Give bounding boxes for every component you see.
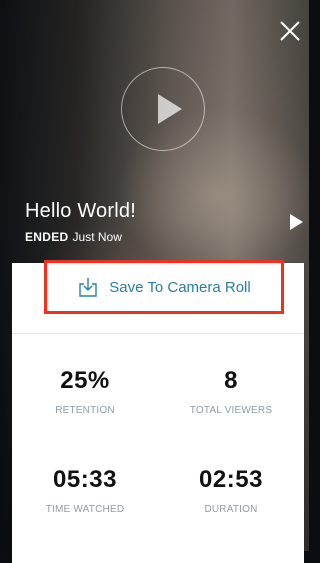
stat-value: 02:53	[199, 466, 263, 493]
play-button[interactable]	[121, 67, 205, 151]
play-next-icon[interactable]	[290, 214, 303, 230]
broadcast-title: Hello World!	[25, 200, 136, 222]
stat-retention: 25% RETENTION	[12, 367, 158, 416]
save-to-camera-roll-button[interactable]: Save To Camera Roll	[44, 260, 284, 314]
stats-card: Save To Camera Roll 25% RETENTION 8 TOTA…	[12, 260, 304, 563]
stat-value: 05:33	[53, 466, 117, 493]
broadcast-status: ENDED Just Now	[25, 230, 122, 244]
save-button-label: Save To Camera Roll	[109, 278, 251, 296]
status-time: Just Now	[72, 230, 122, 244]
divider	[12, 333, 304, 334]
stat-time-watched: 05:33 TIME WATCHED	[12, 466, 158, 515]
close-icon[interactable]	[279, 20, 301, 42]
stat-label: TOTAL VIEWERS	[189, 405, 273, 416]
play-icon	[158, 94, 182, 124]
stat-value: 25%	[60, 367, 110, 394]
status-badge: ENDED	[25, 230, 69, 244]
stat-duration: 02:53 DURATION	[158, 466, 304, 515]
stat-label: DURATION	[204, 504, 258, 515]
stat-label: TIME WATCHED	[45, 504, 125, 515]
stat-label: RETENTION	[55, 405, 115, 416]
stat-total-viewers: 8 TOTAL VIEWERS	[158, 367, 304, 416]
stat-value: 8	[224, 367, 238, 394]
download-icon	[79, 278, 97, 297]
